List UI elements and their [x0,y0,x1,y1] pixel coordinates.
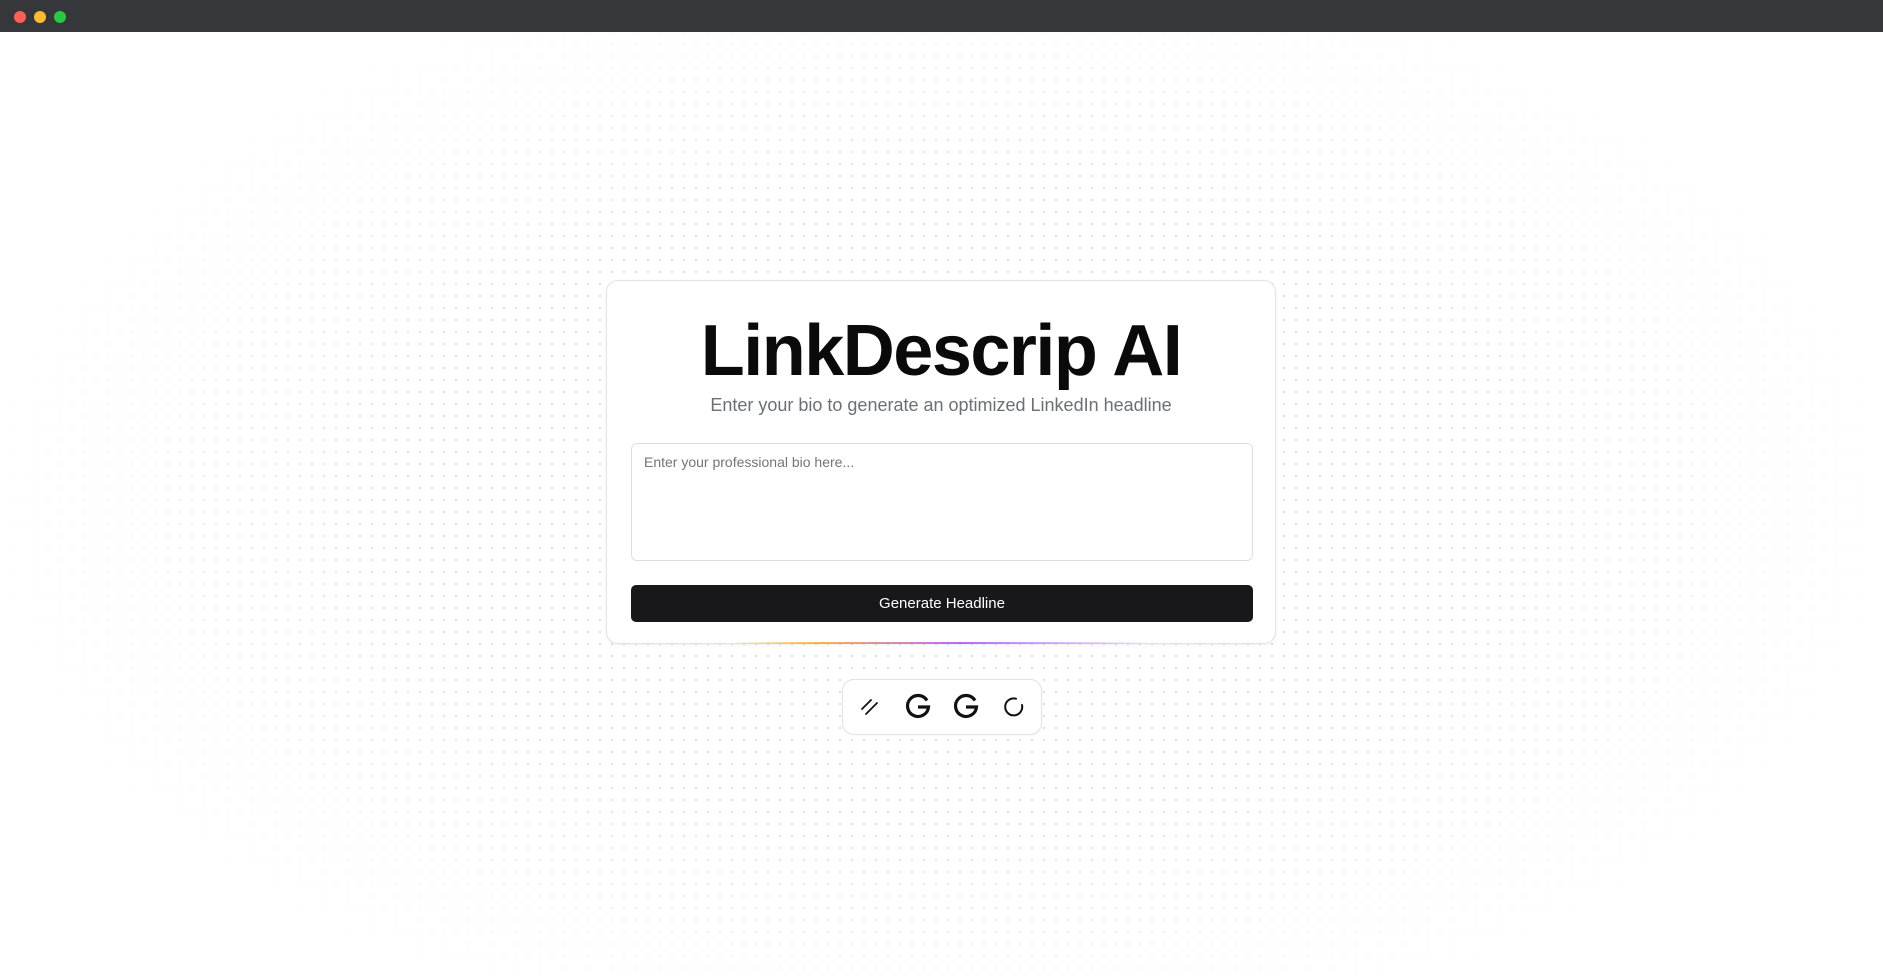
google-icon [953,693,979,719]
page-title: LinkDescrip AI [700,311,1183,391]
app-window: LinkDescrip AI Enter your bio to generat… [0,0,1883,979]
spinner-icon [1004,697,1024,717]
headline-generator-card: LinkDescrip AI Enter your bio to generat… [606,280,1276,644]
icon-dock [842,679,1042,735]
slash-lines-icon [861,699,878,715]
google-button-1[interactable] [903,692,933,722]
maximize-window-button[interactable] [54,11,66,23]
card-glow-accent [731,642,1151,644]
minimize-window-button[interactable] [34,11,46,23]
bio-input[interactable] [631,443,1253,561]
loading-button[interactable] [999,692,1029,722]
slash-lines-button[interactable] [855,692,885,722]
generate-headline-button[interactable]: Generate Headline [631,585,1253,622]
page-subtitle: Enter your bio to generate an optimized … [710,395,1172,415]
window-titlebar [0,0,1883,32]
google-icon [905,693,931,719]
close-window-button[interactable] [14,11,26,23]
google-button-2[interactable] [951,692,981,722]
